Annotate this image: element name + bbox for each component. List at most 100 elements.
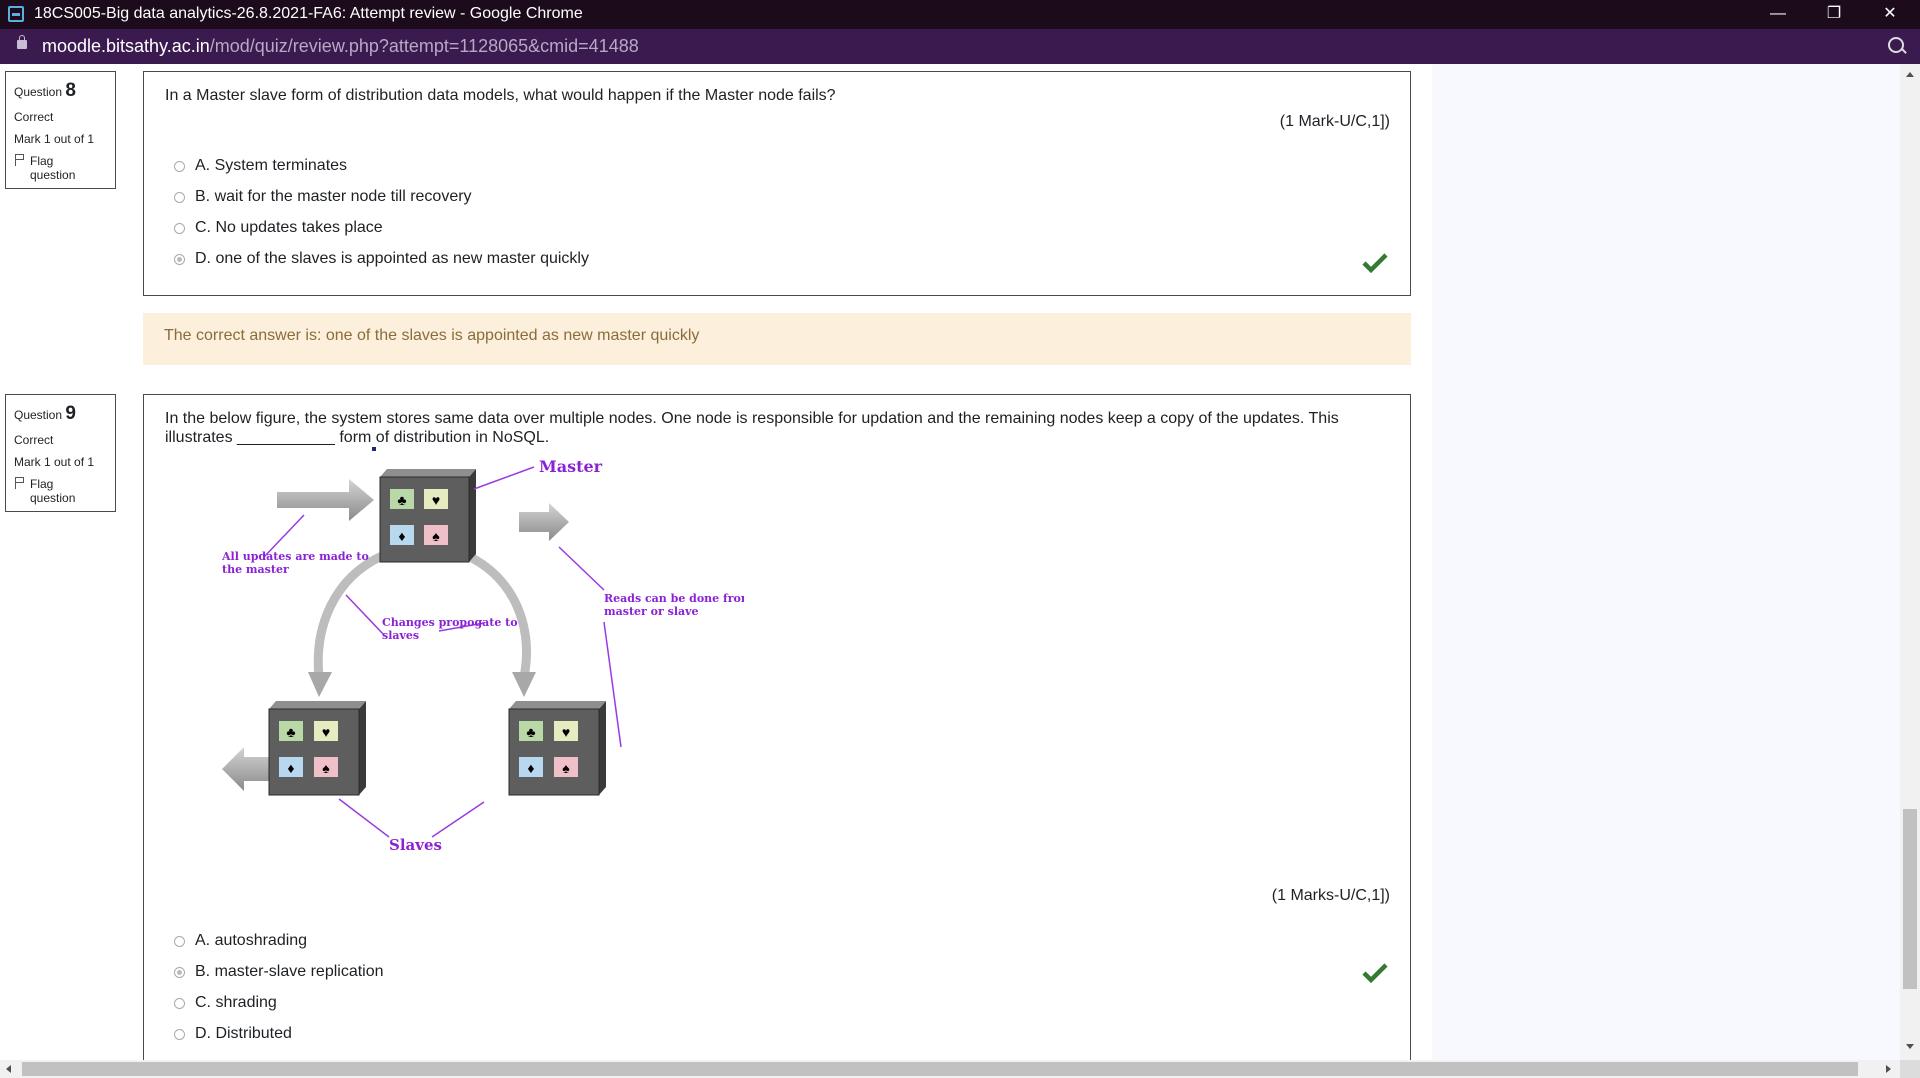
marks-info: (1 Marks-U/C,1]) <box>1271 887 1390 904</box>
flag-icon[interactable] <box>14 477 24 489</box>
reads-label-line-1: Reads can be done from <box>604 592 744 605</box>
radio-button[interactable] <box>174 997 185 1009</box>
zoom-icon[interactable] <box>1888 37 1904 53</box>
heart-icon: ♥ <box>322 724 330 740</box>
slave1-read-arrow <box>222 747 269 791</box>
question-box-8: In a Master slave form of distribution d… <box>143 71 1411 296</box>
slave-node-2: ♣ ♥ ♦ ♠ <box>508 701 606 796</box>
question-number: Question 8 <box>14 80 107 102</box>
url-host: moodle.bitsathy.ac.in <box>42 36 210 56</box>
option-label[interactable]: B. master-slave replication <box>195 963 384 981</box>
question-text: In a Master slave form of distribution d… <box>165 87 836 104</box>
vertical-scroll-thumb[interactable] <box>1903 809 1917 989</box>
lock-icon[interactable] <box>17 35 27 49</box>
url-path: /mod/quiz/review.php?attempt=1128065&cmi… <box>209 36 639 56</box>
diamond-icon: ♦ <box>398 528 405 544</box>
question-info-9: Question 9 Correct Mark 1 out of 1 Flag … <box>5 394 116 512</box>
radio-button[interactable] <box>174 222 185 234</box>
club-icon: ♣ <box>526 724 535 740</box>
radio-button[interactable] <box>174 935 185 947</box>
diamond-icon: ♦ <box>527 760 534 776</box>
answer-option-c[interactable]: C. shrading <box>174 994 277 1012</box>
scrollbar-corner <box>1900 1060 1920 1078</box>
spade-icon: ♠ <box>562 760 570 776</box>
master-read-arrow <box>519 503 569 541</box>
marks-info: (1 Mark-U/C,1]) <box>1279 113 1390 130</box>
question-number-value: 8 <box>65 80 76 101</box>
vertical-scrollbar[interactable] <box>1900 64 1920 1060</box>
url-text[interactable]: moodle.bitsathy.ac.in/mod/quiz/review.ph… <box>42 36 639 57</box>
incoming-arrow <box>277 479 374 521</box>
radio-button-selected[interactable] <box>174 253 185 265</box>
propagate-arrow-left <box>313 550 386 678</box>
option-label[interactable]: C. shrading <box>195 994 277 1012</box>
correct-check-icon <box>1362 963 1388 984</box>
close-button[interactable]: ✕ <box>1862 0 1918 29</box>
option-label[interactable]: A. autoshrading <box>195 932 307 950</box>
propagate-arrowhead-left <box>308 672 332 697</box>
restore-button[interactable]: ❐ <box>1806 0 1862 29</box>
flag-icon[interactable] <box>14 154 24 166</box>
flag-question-link[interactable]: Flag question <box>14 154 107 182</box>
changes-label-line-1: Changes propogate to <box>382 616 518 629</box>
answer-option-b[interactable]: B. master-slave replication <box>174 963 384 981</box>
question-mark: Mark 1 out of 1 <box>14 455 95 469</box>
master-node: ♣ ♥ ♦ ♠ <box>379 469 476 563</box>
flag-label[interactable]: Flag question <box>30 154 90 182</box>
horizontal-scrollbar[interactable] <box>0 1060 1900 1078</box>
right-panel <box>1432 64 1900 1060</box>
answer-option-d[interactable]: D. Distributed <box>174 1025 292 1043</box>
question-box-9: In the below figure, the system stores s… <box>143 394 1411 1060</box>
slaves-label: Slaves <box>389 836 442 854</box>
radio-button[interactable] <box>174 160 185 172</box>
correct-answer-feedback: The correct answer is: one of the slaves… <box>143 313 1411 365</box>
option-label[interactable]: A. System terminates <box>195 157 347 175</box>
question-label: Question <box>14 408 63 422</box>
horizontal-scroll-thumb[interactable] <box>22 1062 1858 1076</box>
master-slave-diagram: ♣ ♥ ♦ ♠ ♣ ♥ ♦ ♠ ♣ ♥ ♦ ♠ Master All updat… <box>221 447 744 854</box>
changes-label-line-2: slaves <box>382 629 419 642</box>
address-bar[interactable]: moodle.bitsathy.ac.in/mod/quiz/review.ph… <box>0 29 1920 64</box>
answer-option-a[interactable]: A. System terminates <box>174 157 347 175</box>
correct-check-icon <box>1362 253 1388 274</box>
flag-question-link[interactable]: Flag question <box>14 477 107 505</box>
heart-icon: ♥ <box>562 724 570 740</box>
option-label[interactable]: D. one of the slaves is appointed as new… <box>195 250 589 268</box>
reads-label-line-2: master or slave <box>604 605 699 618</box>
question-text-line-1: In the below figure, the system stores s… <box>165 410 1339 427</box>
question-label: Question <box>14 85 63 99</box>
answer-option-c[interactable]: C. No updates takes place <box>174 219 383 237</box>
question-state: Correct <box>14 110 54 124</box>
scroll-up-icon[interactable] <box>1906 72 1914 77</box>
flag-label[interactable]: Flag question <box>30 477 90 505</box>
spade-icon: ♠ <box>432 528 440 544</box>
club-icon: ♣ <box>397 492 406 508</box>
answer-option-d[interactable]: D. one of the slaves is appointed as new… <box>174 250 589 268</box>
updates-label-line-2: the master <box>222 563 289 576</box>
question-info-8: Question 8 Correct Mark 1 out of 1 Flag … <box>5 71 116 189</box>
scroll-down-icon[interactable] <box>1906 1044 1914 1049</box>
minimize-button[interactable]: — <box>1750 0 1806 29</box>
propagate-arrowhead-right <box>512 672 536 697</box>
question-mark: Mark 1 out of 1 <box>14 132 95 146</box>
question-state: Correct <box>14 433 54 447</box>
answer-option-b[interactable]: B. wait for the master node till recover… <box>174 188 472 206</box>
radio-button[interactable] <box>174 191 185 203</box>
answer-option-a[interactable]: A. autoshrading <box>174 932 307 950</box>
question-text: In the below figure, the system stores s… <box>165 409 1365 447</box>
app-icon <box>8 6 24 22</box>
option-label[interactable]: D. Distributed <box>195 1025 292 1043</box>
option-label[interactable]: C. No updates takes place <box>195 219 383 237</box>
scroll-right-icon[interactable] <box>1886 1065 1891 1073</box>
radio-button[interactable] <box>174 1028 185 1040</box>
page-content: Question 8 Correct Mark 1 out of 1 Flag … <box>0 64 1900 1060</box>
radio-button-selected[interactable] <box>174 966 185 978</box>
diagram-dot <box>372 447 376 451</box>
option-label[interactable]: B. wait for the master node till recover… <box>195 188 472 206</box>
question-text-line-2: illustrates ___________ form of distribu… <box>165 429 550 446</box>
heart-icon: ♥ <box>432 492 440 508</box>
club-icon: ♣ <box>286 724 295 740</box>
scroll-left-icon[interactable] <box>6 1065 11 1073</box>
slave-node-1: ♣ ♥ ♦ ♠ <box>268 701 366 796</box>
updates-label-line-1: All updates are made to <box>221 550 369 563</box>
